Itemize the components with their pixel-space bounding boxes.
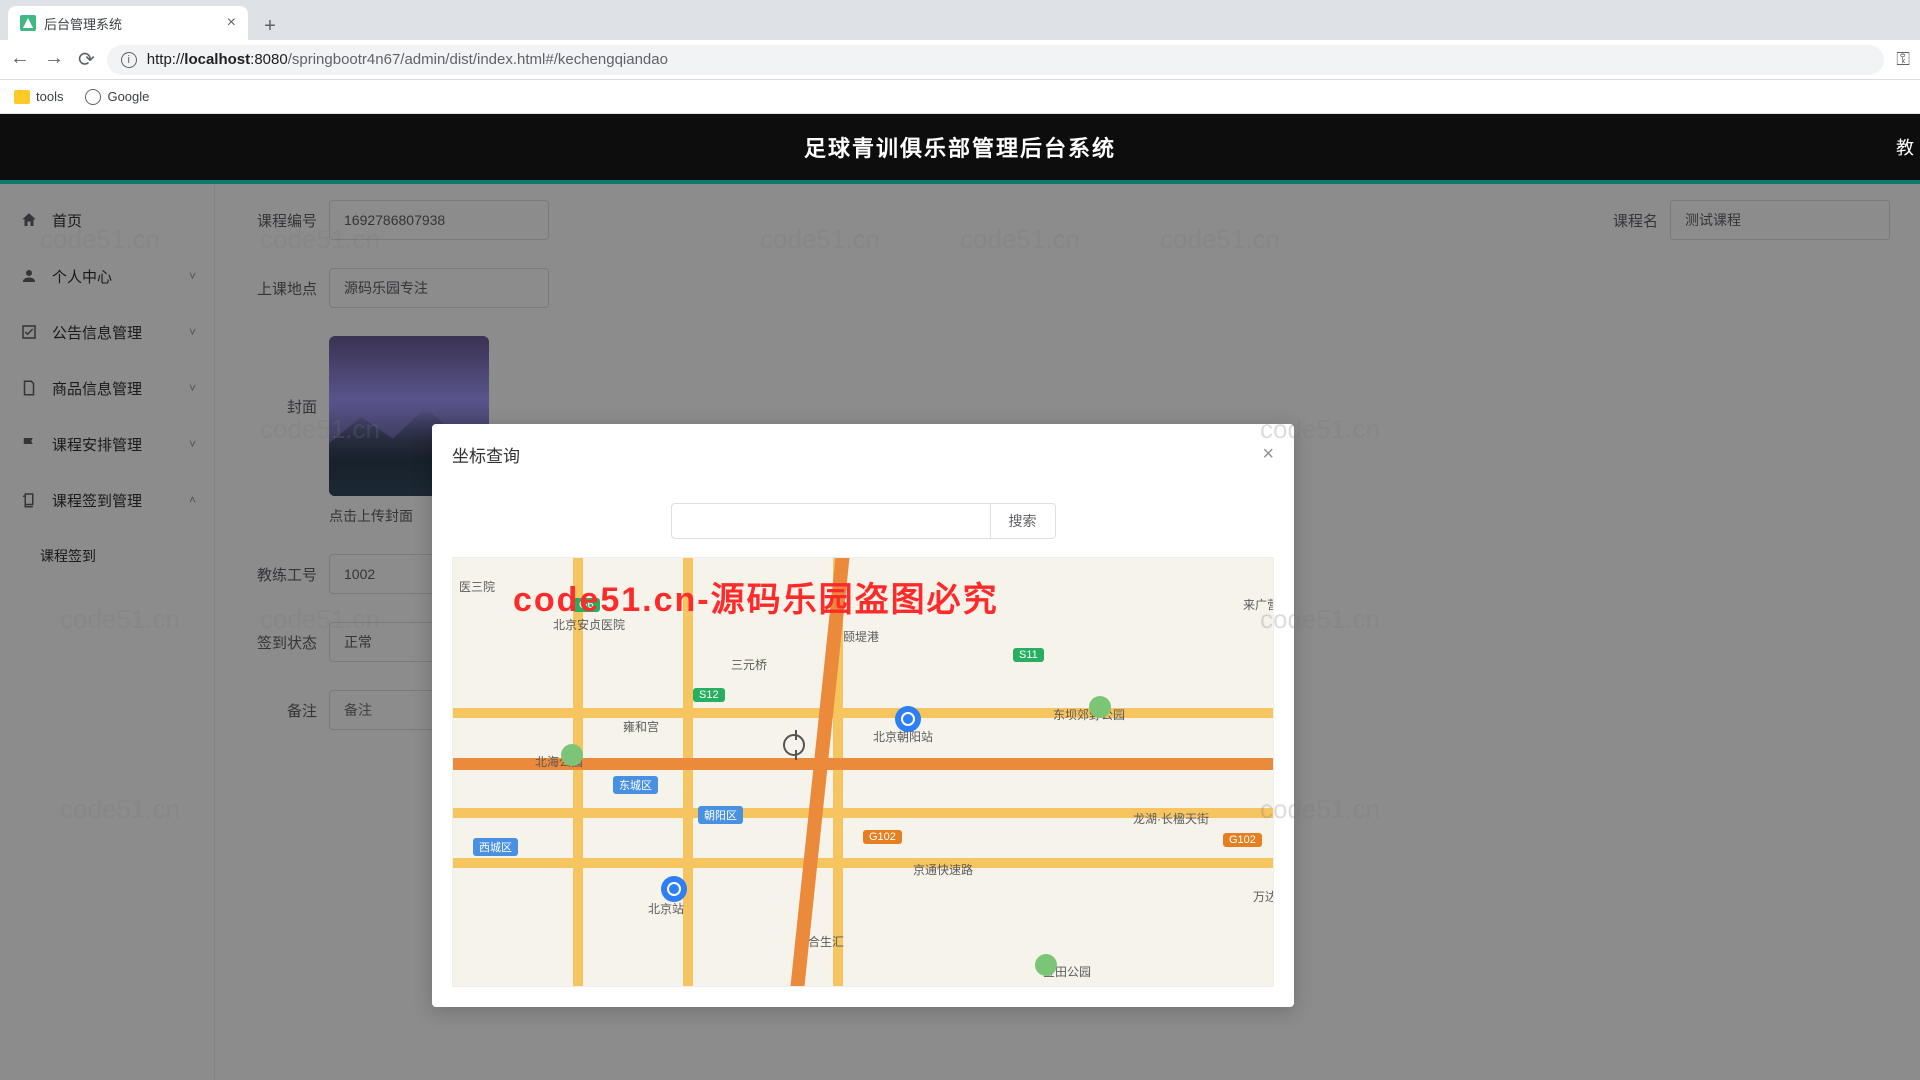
map-search-button[interactable]: 搜索 [991,503,1056,539]
back-icon[interactable]: ← [10,47,30,72]
map-label: 京通快速路 [913,861,973,878]
site-info-icon[interactable]: i [121,52,137,68]
app-title: 足球青训俱乐部管理后台系统 [804,131,1116,163]
modal-close-icon[interactable]: × [1262,443,1274,466]
forward-icon[interactable]: → [44,47,64,72]
new-tab-button[interactable]: + [256,12,284,40]
bookmarks-bar: tools Google [0,80,1920,114]
map-road-badge: G102 [863,830,902,844]
tab-title: 后台管理系统 [44,14,219,33]
address-bar: ← → ⟳ i http://localhost:8080/springboot… [0,40,1920,80]
coord-modal: 坐标查询 × 搜索 code51.cn-源码乐园盗图必究 [432,424,1294,1007]
tab-bar: 后台管理系统 × + [0,0,1920,40]
map-label: 医三院 [459,578,495,595]
map-label: 颐堤港 [843,628,879,645]
password-key-icon[interactable]: ⚿ [1896,49,1910,70]
map-canvas[interactable]: code51.cn-源码乐园盗图必究 东城区 西城区 朝阳区 G6 S12 [452,557,1274,987]
map-label: 三元桥 [731,656,767,673]
map-label: 北京站 [648,900,684,917]
folder-icon [14,90,30,104]
map-district-badge: 东城区 [613,776,658,794]
map-label: 雍和宫 [623,718,659,735]
url-text: http://localhost:8080/springbootr4n67/ad… [147,51,668,68]
map-search-input[interactable] [671,503,991,539]
park-icon [561,744,583,766]
header-right-text: 教 [1896,134,1920,160]
park-icon [1035,954,1057,976]
map-label: 来广营 [1243,596,1274,613]
bookmark-tools[interactable]: tools [14,89,63,104]
map-cursor-icon [783,734,805,756]
modal-title: 坐标查询 [452,442,520,467]
map-district-badge: 朝阳区 [698,806,743,824]
vue-favicon-icon [20,15,36,31]
subway-station-icon [661,876,687,902]
app-header: 足球青训俱乐部管理后台系统 教 [0,114,1920,184]
reload-icon[interactable]: ⟳ [78,47,95,72]
tab-close-icon[interactable]: × [227,14,236,32]
map-road-badge: G102 [1223,833,1262,847]
map-road-badge: S11 [1013,648,1044,662]
map-label: 龙湖·长楹天街 [1133,810,1209,827]
map-label: 合生汇 [808,933,844,950]
url-field[interactable]: i http://localhost:8080/springbootr4n67/… [107,45,1885,75]
map-road-badge: S12 [693,688,725,702]
globe-icon [85,89,101,105]
map-label: 万达 [1253,888,1274,905]
browser-tab[interactable]: 后台管理系统 × [8,6,248,40]
bookmark-google[interactable]: Google [85,89,149,105]
subway-station-icon [895,706,921,732]
park-icon [1089,696,1111,718]
map-watermark: code51.cn-源码乐园盗图必究 [513,572,999,621]
map-district-badge: 西城区 [473,838,518,856]
